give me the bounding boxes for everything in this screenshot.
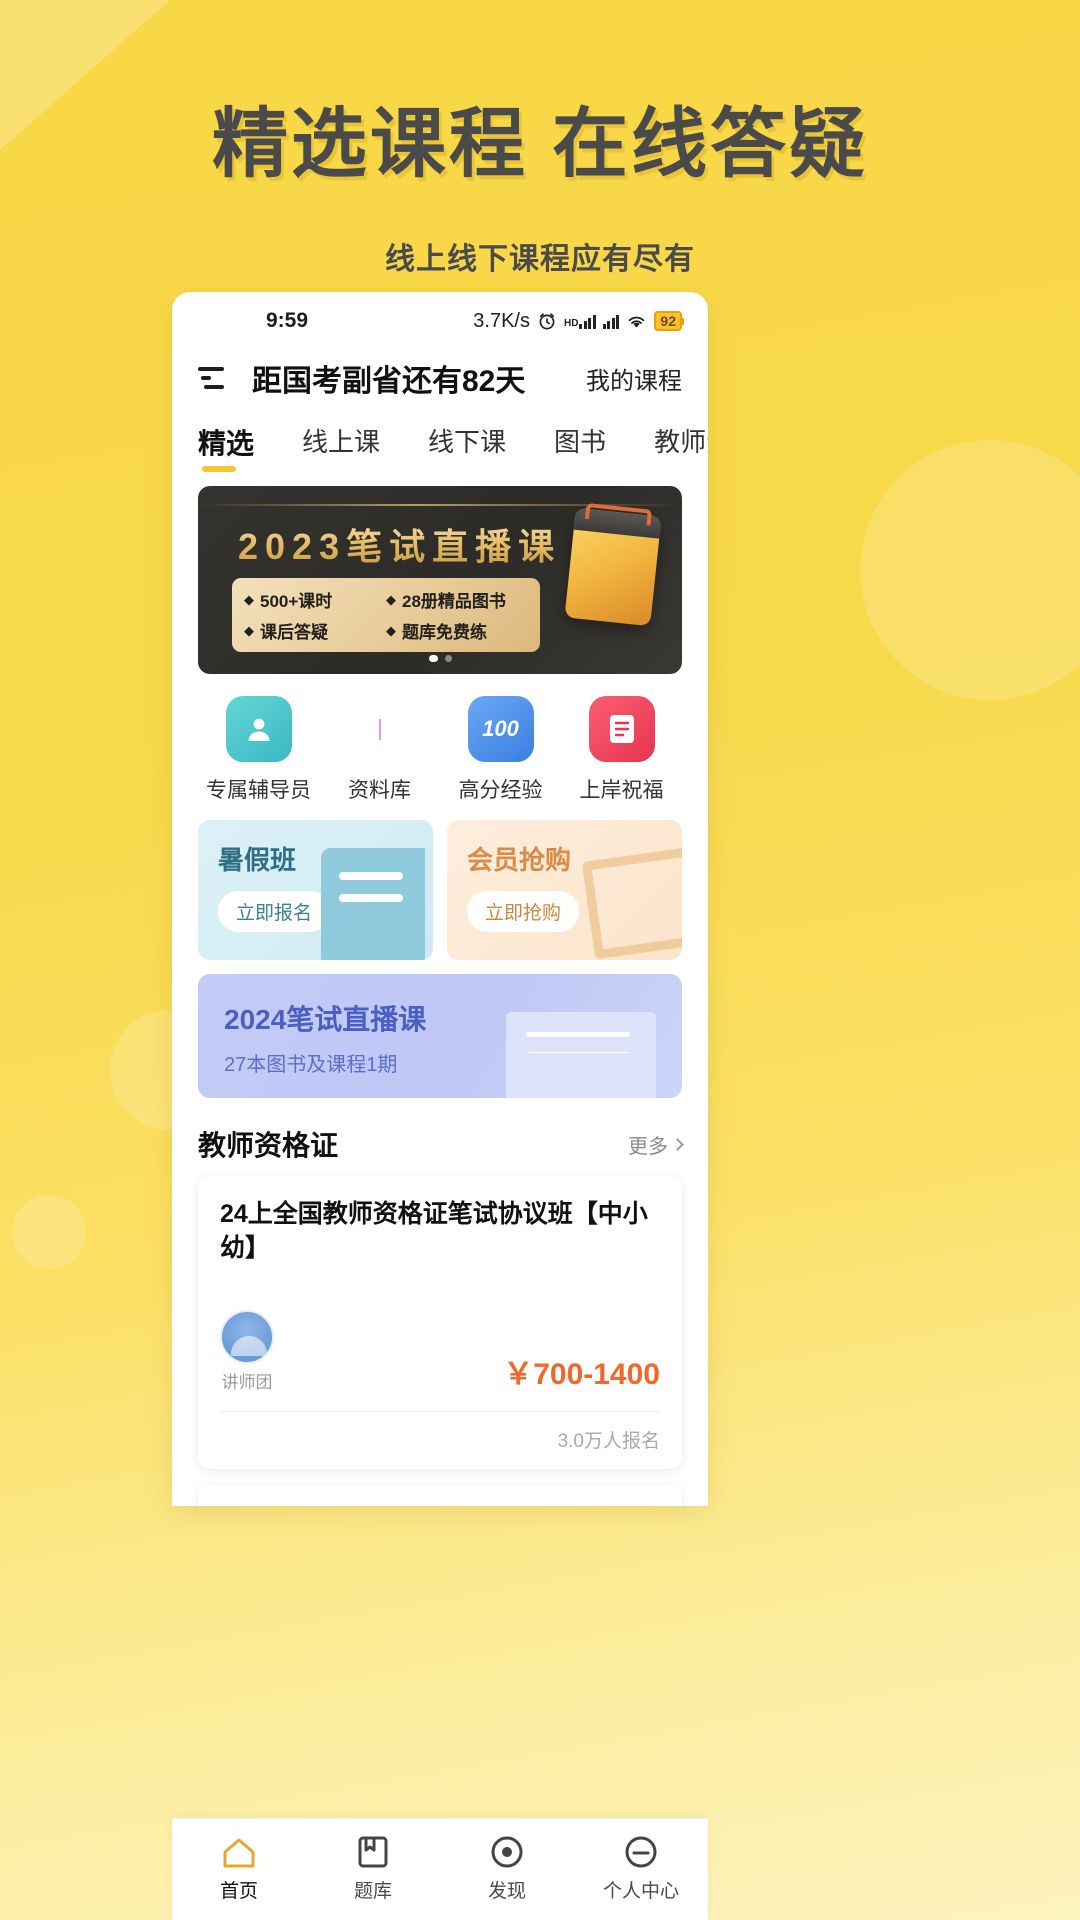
- notebook-art: [321, 848, 425, 960]
- quick-entry-advisor[interactable]: 专属辅导员: [198, 696, 319, 804]
- dot[interactable]: [444, 655, 452, 662]
- status-bar: 9:59 3.7K/s HD 92: [172, 292, 708, 350]
- nav-label: 首页: [219, 1881, 258, 1902]
- menu-icon[interactable]: [198, 365, 230, 391]
- chevron-right-icon: [671, 1137, 684, 1151]
- course-meta-row: 讲师团 ￥700-1400: [220, 1309, 660, 1393]
- banner-feature: ◆ 500+课时: [244, 587, 386, 612]
- hd-label: HD: [563, 317, 579, 329]
- course-title: 24上全国教师资格证笔试协议班【中小幼】: [220, 1200, 648, 1262]
- wifi-icon: [626, 313, 647, 330]
- course-enrolled: 3.0万人报名: [220, 1410, 660, 1469]
- app-bar: 距国考副省还有82天 我的课程: [172, 350, 708, 412]
- status-time: 9:59: [266, 309, 309, 332]
- more-label: 更多: [628, 1135, 668, 1158]
- promo-card-summer[interactable]: 暑假班 立即报名: [198, 820, 433, 960]
- promo-card-row: 暑假班 立即报名 会员抢购 立即抢购: [172, 820, 708, 960]
- banner-pagination-dots[interactable]: [198, 655, 682, 662]
- quick-entry-label: 高分经验: [458, 779, 543, 802]
- promo-button[interactable]: 立即报名: [218, 891, 331, 932]
- library-icon: [347, 696, 413, 762]
- quick-entry-label: 资料库: [348, 779, 411, 802]
- hero-title: 精选课程 在线答疑: [211, 102, 869, 187]
- nav-label: 题库: [353, 1881, 392, 1902]
- quick-entry-score[interactable]: 100 高分经验: [440, 696, 561, 804]
- nav-label: 个人中心: [602, 1881, 679, 1902]
- hero-section: 精选课程 在线答疑 线上线下课程应有尽有: [0, 0, 1080, 278]
- nav-item-home[interactable]: 首页: [172, 1836, 306, 1903]
- course-card[interactable]: 24上全国教师资格证笔试协议班【中小幼】 讲师团 ￥700-1400 3.0万人…: [198, 1176, 682, 1469]
- open-book-art: [506, 1012, 656, 1098]
- nav-item-question-bank[interactable]: 题库: [306, 1836, 440, 1903]
- banner-feature: ◆ 题库免费练: [386, 618, 528, 643]
- home-icon: [222, 1836, 256, 1870]
- advisor-icon: [225, 696, 292, 762]
- diamond-art: [581, 846, 682, 960]
- bullet-icon: ◆: [386, 622, 396, 638]
- tab-online[interactable]: 线上课: [302, 422, 380, 473]
- category-tabs: 精选 线上课 线下课 图书 教师资格证: [172, 412, 708, 476]
- section-title: 教师资格证: [198, 1130, 339, 1161]
- section-header: 教师资格证 更多: [172, 1098, 708, 1176]
- teacher-label: 讲师团: [221, 1372, 273, 1392]
- nav-item-profile[interactable]: 个人中心: [574, 1836, 708, 1903]
- banner-feature-label: 课后答疑: [260, 623, 328, 642]
- banner-title: 2023笔试直播课: [238, 518, 561, 570]
- decorative-circle: [860, 440, 1080, 700]
- blessing-icon: [588, 696, 655, 762]
- banner-feature: ◆ 28册精品图书: [386, 587, 528, 612]
- signal-icon-2: [602, 314, 620, 329]
- promo-card-member[interactable]: 会员抢购 立即抢购: [447, 820, 682, 960]
- battery-indicator: 92: [654, 311, 684, 331]
- score-icon: 100: [467, 696, 534, 762]
- network-speed: 3.7K/s: [473, 309, 530, 332]
- quick-entry-grid: 专属辅导员 资料库 100 高分经验 上岸祝福: [172, 674, 708, 820]
- discover-icon: [490, 1836, 524, 1870]
- quick-entry-label: 上岸祝福: [579, 779, 664, 802]
- quick-entry-label: 专属辅导员: [206, 779, 311, 802]
- hero-subtitle: 线上线下课程应有尽有: [385, 243, 695, 276]
- decorative-circle: [12, 1195, 86, 1269]
- course-teacher: 讲师团: [220, 1309, 274, 1393]
- nav-label: 发现: [487, 1881, 526, 1902]
- banner-feature-label: 500+课时: [260, 592, 333, 611]
- nav-item-discover[interactable]: 发现: [440, 1836, 574, 1903]
- status-right-group: 3.7K/s HD 92: [473, 309, 684, 333]
- question-bank-icon: [356, 1836, 390, 1870]
- banner-feature-label: 题库免费练: [402, 623, 487, 642]
- notebook-illustration: [564, 507, 662, 627]
- quick-entry-blessing[interactable]: 上岸祝福: [561, 696, 682, 804]
- bullet-icon: ◆: [386, 591, 396, 607]
- bottom-navigation: 首页 题库 发现 个人中心: [172, 1818, 708, 1920]
- alarm-icon: [537, 311, 557, 331]
- course-card[interactable]: 24上全国教师资格证笔试通关班【中小幼】: [198, 1484, 682, 1506]
- banner-feature-label: 28册精品图书: [402, 592, 506, 611]
- teacher-group-avatar: [220, 1309, 274, 1364]
- course-list: 24上全国教师资格证笔试协议班【中小幼】 讲师团 ￥700-1400 3.0万人…: [172, 1176, 708, 1506]
- signal-icon-1: HD: [564, 314, 596, 329]
- quick-entry-library[interactable]: 资料库: [319, 696, 440, 804]
- banner-feature: ◆ 课后答疑: [244, 618, 386, 643]
- bullet-icon: ◆: [244, 591, 254, 607]
- countdown-title: 距国考副省还有82天: [252, 365, 526, 398]
- phone-mockup: 9:59 3.7K/s HD 92 距国考副省还有82天 我的课程 精选 线上课…: [172, 292, 708, 1506]
- tab-featured[interactable]: 精选: [198, 422, 254, 476]
- my-courses-link[interactable]: 我的课程: [586, 361, 682, 396]
- promo-banner[interactable]: 2023笔试直播课 ◆ 500+课时 ◆ 28册精品图书 ◆ 课后答疑 ◆ 题库免费练: [198, 486, 682, 674]
- course-price: ￥700-1400: [503, 1357, 660, 1391]
- more-link[interactable]: 更多: [628, 1130, 684, 1159]
- tab-books[interactable]: 图书: [554, 422, 606, 473]
- promo-card-2024-live[interactable]: 2024笔试直播课 27本图书及课程1期: [198, 974, 682, 1098]
- promo-button[interactable]: 立即抢购: [467, 891, 580, 932]
- dot-active[interactable]: [428, 655, 438, 662]
- banner-feature-list: ◆ 500+课时 ◆ 28册精品图书 ◆ 课后答疑 ◆ 题库免费练: [232, 578, 540, 652]
- tab-offline[interactable]: 线下课: [428, 422, 506, 473]
- profile-icon: [624, 1836, 658, 1870]
- bullet-icon: ◆: [244, 622, 254, 638]
- tab-teacher-cert[interactable]: 教师资格证: [654, 422, 708, 473]
